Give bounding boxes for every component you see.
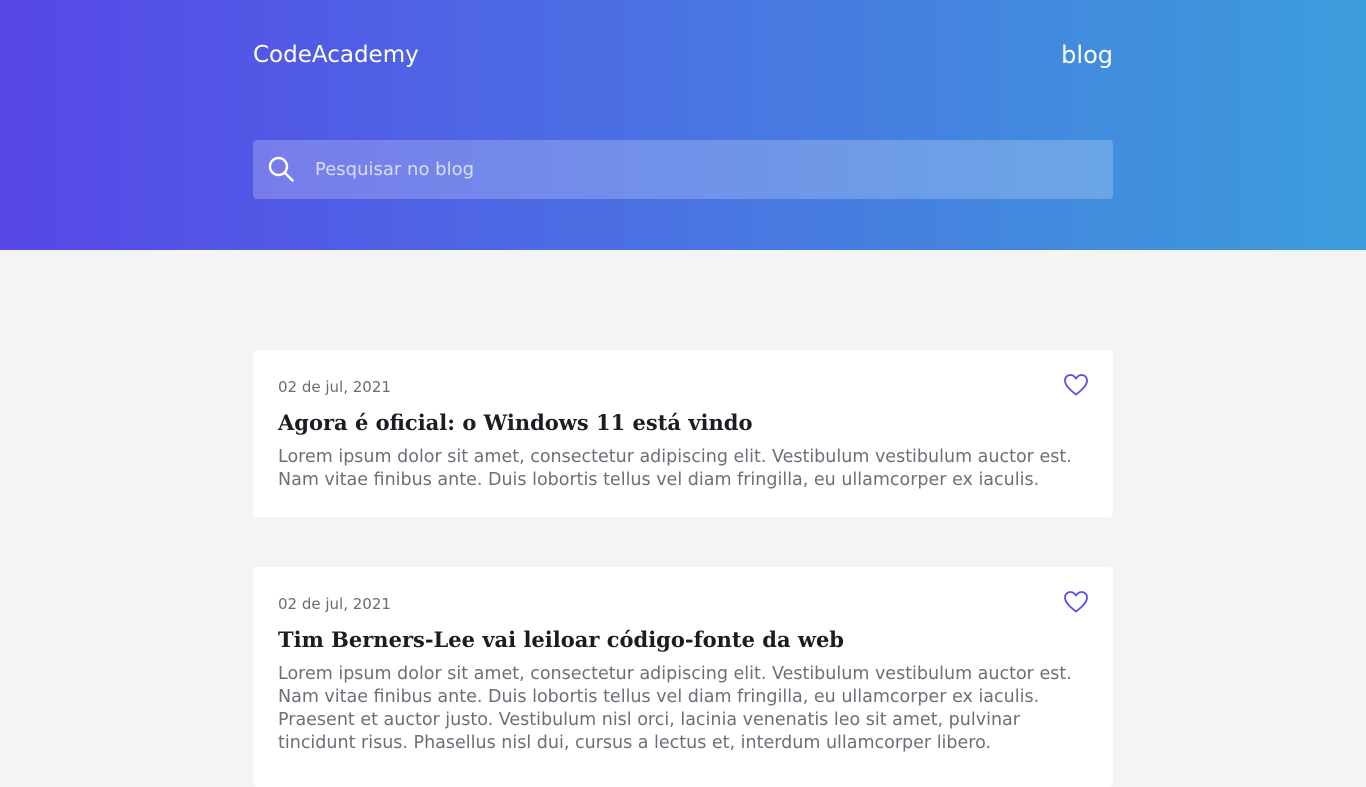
search-bar[interactable] (253, 140, 1113, 199)
post-date: 02 de jul, 2021 (278, 378, 391, 396)
nav-link-blog[interactable]: blog (1000, 40, 1113, 70)
post-card[interactable]: 02 de jul, 2021 Tim Berners-Lee vai leil… (253, 567, 1113, 787)
post-date: 02 de jul, 2021 (278, 595, 391, 613)
search-input[interactable] (315, 140, 1095, 199)
post-excerpt: Lorem ipsum dolor sit amet, consectetur … (278, 664, 1072, 753)
search-icon (268, 156, 294, 182)
brand-logo[interactable]: CodeAcademy (253, 40, 419, 70)
post-title[interactable]: Agora é oficial: o Windows 11 está vindo (278, 408, 1058, 438)
heart-icon[interactable] (1063, 373, 1089, 397)
post-title[interactable]: Tim Berners-Lee vai leiloar código-fonte… (278, 625, 1058, 655)
post-card[interactable]: 02 de jul, 2021 Agora é oficial: o Windo… (253, 350, 1113, 517)
post-excerpt: Lorem ipsum dolor sit amet, consectetur … (278, 447, 1072, 490)
heart-icon[interactable] (1063, 590, 1089, 614)
page-header: CodeAcademy blog (0, 0, 1366, 250)
